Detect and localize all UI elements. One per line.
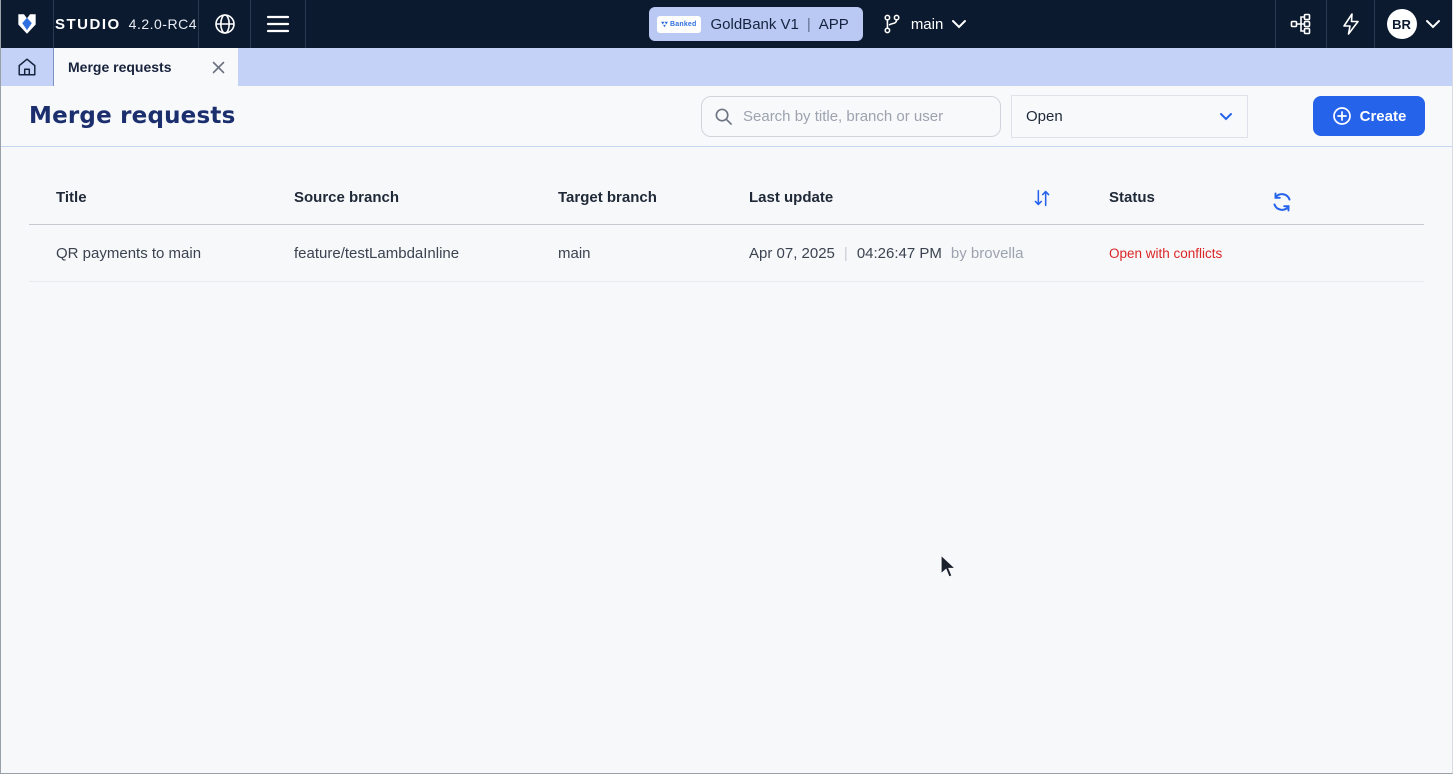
banked-chip: Banked	[657, 16, 701, 33]
column-header-title[interactable]: Title	[56, 189, 294, 206]
tab-merge-requests[interactable]: Merge requests	[54, 48, 238, 86]
app-selector-pill[interactable]: Banked GoldBank V1 | APP	[649, 7, 863, 41]
plus-circle-icon	[1332, 106, 1352, 126]
brand-name: STUDIO	[55, 16, 121, 33]
mouse-cursor	[939, 554, 959, 585]
branch-chevron-down-icon	[951, 19, 967, 29]
git-branch-icon	[881, 13, 903, 35]
page-title: Merge requests	[29, 103, 235, 129]
tab-label: Merge requests	[68, 59, 203, 75]
top-navbar: STUDIO 4.2.0-RC4 Banked	[1, 0, 1452, 48]
brand-section: STUDIO 4.2.0-RC4	[54, 0, 199, 48]
studio-logo[interactable]	[1, 0, 54, 48]
create-button-label: Create	[1360, 108, 1407, 125]
cell-last-update: Apr 07, 2025 | 04:26:47 PM by brovella	[749, 245, 1031, 262]
avatar: BR	[1387, 9, 1417, 39]
refresh-button[interactable]	[1268, 188, 1296, 216]
column-header-status[interactable]: Status	[1109, 189, 1397, 206]
main-menu-button[interactable]	[251, 0, 306, 48]
app-name-separator: |	[807, 16, 811, 33]
sort-arrows-icon	[1031, 187, 1053, 209]
tab-strip: Merge requests	[1, 48, 1452, 86]
hamburger-icon	[266, 15, 290, 33]
last-update-separator: |	[844, 245, 848, 262]
refresh-icon	[1270, 190, 1294, 214]
create-button[interactable]: Create	[1313, 96, 1425, 136]
tab-close-icon[interactable]	[211, 60, 226, 75]
cell-title[interactable]: QR payments to main	[56, 245, 294, 262]
last-update-author: by brovella	[951, 245, 1024, 262]
search-input[interactable]	[743, 108, 988, 125]
table-header-row: Title Source branch Target branch Last u…	[29, 171, 1424, 225]
filter-chevron-down-icon	[1219, 112, 1233, 121]
flows-button[interactable]	[1275, 0, 1326, 48]
search-box[interactable]	[701, 96, 1001, 137]
page-header: Merge requests Open	[1, 86, 1452, 147]
user-menu[interactable]: BR	[1374, 0, 1452, 48]
lightning-bolt-icon	[1340, 12, 1362, 36]
brand-version: 4.2.0-RC4	[129, 16, 197, 32]
home-tab-button[interactable]	[1, 48, 54, 86]
sort-button[interactable]	[1031, 187, 1109, 209]
status-filter-select[interactable]: Open	[1011, 95, 1248, 138]
globe-icon	[213, 12, 237, 36]
column-header-source-branch[interactable]: Source branch	[294, 189, 558, 206]
cell-target-branch: main	[558, 245, 749, 262]
branch-name: main	[911, 16, 944, 33]
user-chevron-down-icon	[1425, 19, 1441, 29]
cell-source-branch: feature/testLambdaInline	[294, 245, 558, 262]
app-type: APP	[819, 16, 849, 33]
studio-logo-icon	[14, 11, 40, 37]
quick-actions-button[interactable]	[1326, 0, 1374, 48]
banked-logo-icon	[661, 21, 668, 28]
branch-selector[interactable]: main	[881, 13, 968, 35]
table-row[interactable]: QR payments to main feature/testLambdaIn…	[29, 225, 1424, 282]
column-header-target-branch[interactable]: Target branch	[558, 189, 749, 206]
last-update-time: 04:26:47 PM	[857, 245, 942, 262]
column-header-last-update[interactable]: Last update	[749, 189, 1031, 206]
home-icon	[16, 56, 38, 78]
merge-requests-table: Title Source branch Target branch Last u…	[29, 171, 1424, 282]
app-name: GoldBank V1	[711, 16, 799, 33]
search-icon	[714, 107, 733, 126]
hierarchy-icon	[1289, 12, 1313, 36]
globe-button[interactable]	[199, 0, 251, 48]
cell-status: Open with conflicts	[1109, 246, 1397, 261]
status-filter-value: Open	[1026, 108, 1063, 125]
last-update-date: Apr 07, 2025	[749, 245, 835, 262]
